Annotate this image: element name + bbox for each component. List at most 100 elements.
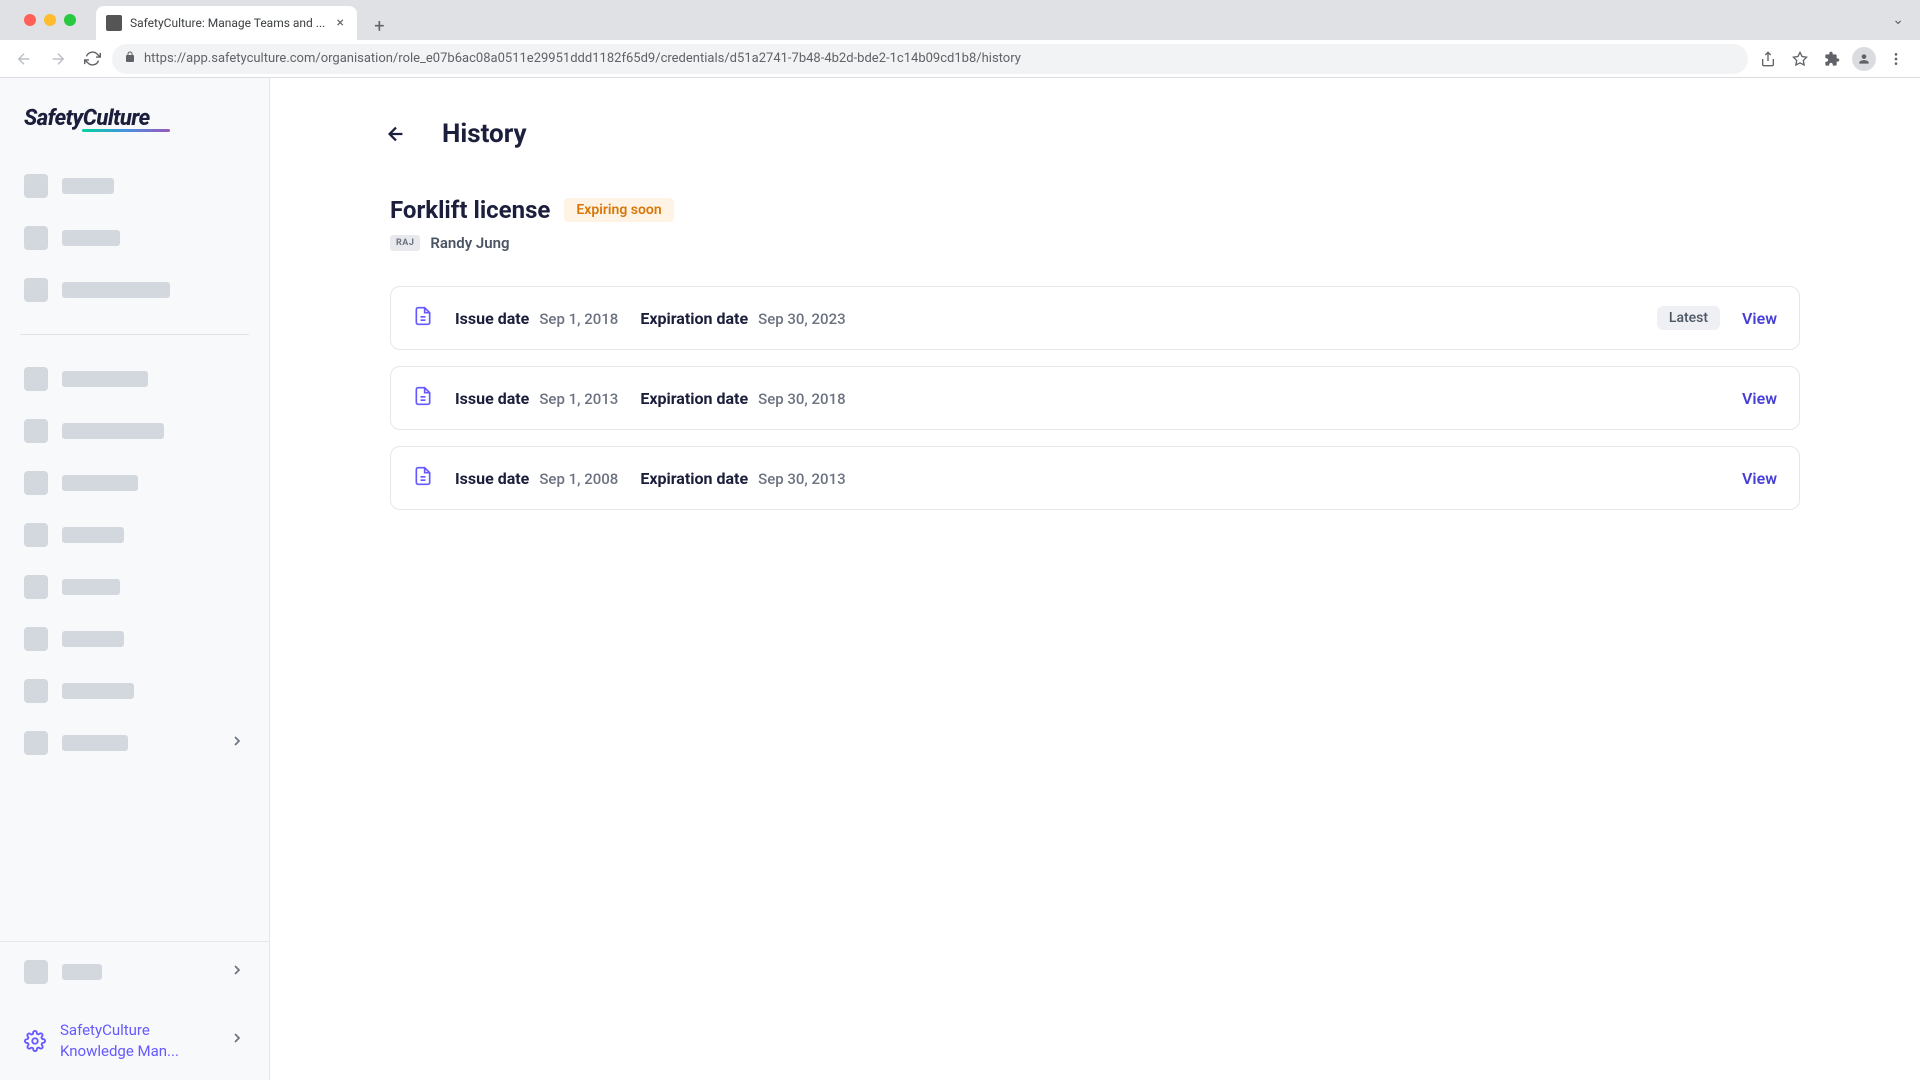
issue-date-value: Sep 1, 2008 [539,470,618,488]
document-icon [413,305,433,331]
window-controls [12,0,88,40]
expiration-date-group: Expiration dateSep 30, 2018 [640,389,845,408]
nav-item-skeleton[interactable] [20,717,249,769]
nav-section-main [0,345,269,777]
knowledge-manager-link[interactable]: SafetyCulture Knowledge Man... [0,1002,269,1080]
nav-item-skeleton[interactable] [20,509,249,561]
chevron-right-icon [229,1030,245,1052]
browser-chrome: SafetyCulture: Manage Teams and ... × + … [0,0,1920,78]
issue-date-label: Issue date [455,309,529,328]
skeleton-text [62,423,164,439]
nav-item-skeleton[interactable] [20,212,249,264]
nav-item-skeleton[interactable] [20,264,249,316]
minimize-window-icon[interactable] [44,14,56,26]
credential-header: Forklift license Expiring soon RAJ Randy… [390,196,1800,252]
skeleton-icon [24,226,48,250]
skeleton-icon [24,419,48,443]
url-text: https://app.safetyculture.com/organisati… [144,51,1021,66]
expiration-date-group: Expiration date Sep 30, 2023 [640,309,845,328]
skeleton-text [62,282,170,298]
menu-icon[interactable] [1882,45,1910,73]
skeleton-text [62,230,120,246]
skeleton-icon [24,471,48,495]
nav-item-skeleton[interactable] [20,405,249,457]
nav-item-skeleton[interactable] [20,353,249,405]
nav-item-skeleton[interactable] [20,665,249,717]
bookmark-icon[interactable] [1786,45,1814,73]
back-button[interactable] [10,45,38,73]
forward-button[interactable] [44,45,72,73]
expiration-date-value: Sep 30, 2018 [758,390,846,408]
nav-item-skeleton[interactable] [20,160,249,212]
document-icon [413,385,433,411]
close-window-icon[interactable] [24,14,36,26]
lock-icon [124,51,136,66]
chevron-down-icon[interactable]: ⌄ [1892,12,1904,28]
skeleton-text [62,371,148,387]
issue-date-group: Issue date Sep 1, 2018 [455,309,618,328]
chevron-right-icon [229,962,245,982]
skeleton-icon [24,278,48,302]
expiration-date-label: Expiration date [640,469,748,488]
skeleton-icon [24,174,48,198]
issue-date-label: Issue date [455,389,529,408]
new-tab-button[interactable]: + [365,12,393,40]
nav-item-skeleton[interactable] [20,457,249,509]
skeleton-icon [24,575,48,599]
nav-section-top [0,152,269,324]
logo-text: SafetyCulture [24,106,245,131]
sidebar: SafetyCulture SafetyCulture K [0,78,270,1080]
browser-tab[interactable]: SafetyCulture: Manage Teams and ... × [96,6,357,40]
skeleton-text [62,527,124,543]
extensions-icon[interactable] [1818,45,1846,73]
page-title: History [442,119,527,149]
logo[interactable]: SafetyCulture [0,98,269,152]
skeleton-text [62,579,120,595]
view-link[interactable]: View [1742,469,1777,488]
knowledge-manager-label: SafetyCulture Knowledge Man... [60,1020,215,1062]
expiration-date-value: Sep 30, 2023 [758,310,846,328]
nav-item-skeleton[interactable] [20,561,249,613]
issue-date-group: Issue date Sep 1, 2008 [455,469,618,488]
view-link[interactable]: View [1742,389,1777,408]
address-bar: https://app.safetyculture.com/organisati… [0,40,1920,78]
gear-icon [24,1030,46,1052]
skeleton-icon [24,367,48,391]
document-icon [413,465,433,491]
skeleton-text [62,964,102,980]
user-name: Randy Jung [430,234,509,252]
credential-title: Forklift license [390,196,550,224]
profile-icon[interactable] [1850,45,1878,73]
skeleton-text [62,178,114,194]
skeleton-icon [24,523,48,547]
skeleton-text [62,631,124,647]
page-header: History [390,118,1800,150]
share-icon[interactable] [1754,45,1782,73]
nav-item-skeleton[interactable] [20,613,249,665]
maximize-window-icon[interactable] [64,14,76,26]
history-card: Issue dateSep 1, 2013 Expiration dateSep … [390,366,1800,430]
skeleton-icon [24,627,48,651]
issue-date-group: Issue dateSep 1, 2013 [455,389,618,408]
user-avatar: RAJ [390,235,420,251]
issue-date-value: Sep 1, 2018 [539,310,618,328]
sidebar-footer-item[interactable] [0,942,269,1002]
history-card: Issue date Sep 1, 2008 Expiration dateSep … [390,446,1800,510]
close-tab-icon[interactable]: × [333,16,347,30]
expiration-date-group: Expiration dateSep 30, 2013 [640,469,845,488]
skeleton-text [62,683,134,699]
tab-title: SafetyCulture: Manage Teams and ... [130,16,325,30]
url-field[interactable]: https://app.safetyculture.com/organisati… [112,44,1748,74]
expiration-date-label: Expiration date [640,309,748,328]
main-content: History Forklift license Expiring soon R… [270,78,1920,1080]
reload-button[interactable] [78,45,106,73]
latest-badge: Latest [1657,306,1720,330]
skeleton-text [62,735,128,751]
view-link[interactable]: View [1742,309,1777,328]
back-button[interactable] [380,118,412,150]
sidebar-footer: SafetyCulture Knowledge Man... [0,941,269,1080]
skeleton-icon [24,960,48,984]
issue-date-label: Issue date [455,469,529,488]
status-badge: Expiring soon [564,198,673,222]
history-card: Issue date Sep 1, 2018 Expiration date Sep … [390,286,1800,350]
